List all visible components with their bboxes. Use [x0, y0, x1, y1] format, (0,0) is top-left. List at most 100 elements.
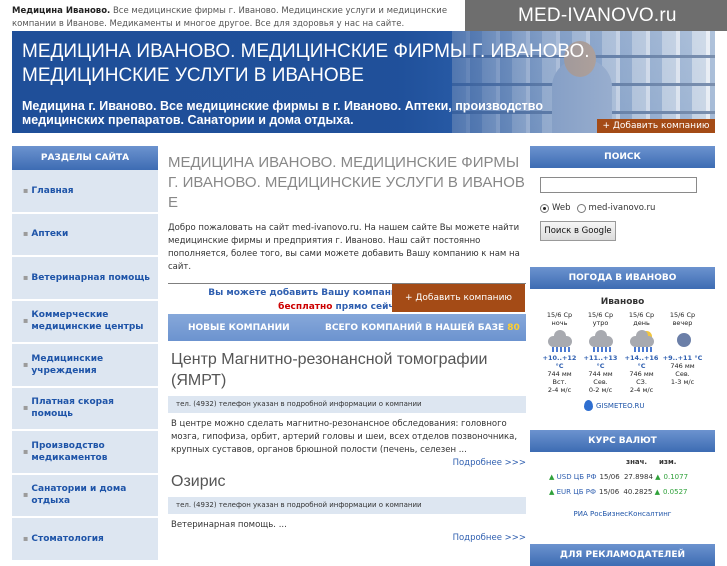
forecast-wind: Сев.	[675, 370, 690, 378]
sidebar-item-veterinary[interactable]: ▪ Ветеринарная помощь	[12, 257, 158, 301]
rates-source-link[interactable]: РИА РосБизнесКонсалтинг	[530, 510, 715, 518]
banner-subtitle: Медицина г. Иваново. Все медицинские фир…	[22, 99, 543, 127]
moon-icon	[670, 329, 696, 353]
site-description-bold: Медицина Иваново.	[12, 6, 111, 16]
forecast-date: 15/6 Ср	[587, 311, 614, 319]
company-more-link[interactable]: Подробнее >>>	[168, 533, 526, 543]
sidebar-item-ambulance[interactable]: ▪ Платная скорая помощь	[12, 387, 158, 431]
sidebar-item-label: Санатории и дома отдыха	[31, 484, 127, 507]
company-card: Озирис тел. (4932) телефон указан в подр…	[168, 471, 526, 543]
rate-name[interactable]: USD ЦБ РФ	[557, 473, 597, 481]
bullet-icon: ▪	[23, 403, 29, 413]
forecast-temp: +11..+13 °C	[583, 354, 618, 370]
forecast-part: вечер	[672, 319, 693, 327]
rate-name[interactable]: EUR ЦБ РФ	[557, 488, 596, 496]
sidebar-item-label: Аптеки	[31, 229, 69, 240]
bullet-icon: ▪	[23, 359, 29, 369]
arrow-up-icon: ▲	[654, 488, 660, 496]
forecast-wind: СЗ.	[636, 378, 647, 386]
search-scope: Web med-ivanovo.ru	[540, 203, 715, 213]
sidebar-item-commercial-centers[interactable]: ▪ Коммерческие медицинские центры	[12, 300, 158, 344]
forecast-wind: Вст.	[552, 378, 567, 386]
rate-value: 27.8984	[623, 473, 653, 481]
main-content: МЕДИЦИНА ИВАНОВО. МЕДИЦИНСКИЕ ФИРМЫ Г. И…	[168, 146, 526, 545]
companies-tabs: НОВЫЕ КОМПАНИИ ВСЕГО КОМПАНИЙ В НАШЕЙ БА…	[168, 314, 526, 341]
cloud-rain-icon	[547, 329, 573, 353]
page-title: МЕДИЦИНА ИВАНОВО. МЕДИЦИНСКИЕ ФИРМЫ Г. И…	[168, 154, 525, 211]
sun-cloud-rain-icon	[629, 329, 655, 353]
radio-site[interactable]	[576, 203, 586, 213]
arrow-up-icon: ▲	[549, 488, 555, 496]
sidebar-item-main[interactable]: ▪ Главная	[12, 170, 158, 214]
add-text-line1: Вы можете добавить Вашу компанию	[208, 288, 406, 298]
forecast-temp: +14..+16 °C	[624, 354, 659, 370]
sidebar-item-label: Медицинские учреждения	[31, 353, 104, 376]
forecast-speed: 1-3 м/с	[670, 378, 695, 386]
rate-change: 0.0527	[662, 488, 688, 496]
rates-col-change: изм.	[659, 458, 677, 466]
site-logo[interactable]: MED-IVANOVO.ru	[465, 0, 727, 31]
tab-total-companies[interactable]: ВСЕГО КОМПАНИЙ В НАШЕЙ БАЗЕ 80	[325, 323, 520, 333]
company-title-link[interactable]: Центр Магнитно-резонансной томографии (Я…	[168, 349, 526, 391]
forecast-speed: 2-4 м/с	[629, 386, 654, 394]
forecast-wind: Сев.	[593, 378, 608, 386]
header-banner: МЕДИЦИНА ИВАНОВО. МЕДИЦИНСКИЕ ФИРМЫ Г. И…	[12, 31, 715, 133]
forecast-temp: +9..+11 °C	[662, 354, 703, 362]
sidebar-item-pharmacies[interactable]: ▪ Аптеки	[12, 213, 158, 257]
add-company-button[interactable]: + Добавить компанию	[392, 284, 525, 312]
banner-title: МЕДИЦИНА ИВАНОВО. МЕДИЦИНСКИЕ ФИРМЫ Г. И…	[22, 41, 590, 86]
top-bar: Медицина Иваново. Все медицинские фирмы …	[0, 0, 727, 31]
ads-title[interactable]: ДЛЯ РЕКЛАМОДАТЕЛЕЙ	[530, 544, 715, 566]
forecast-part: утро	[592, 319, 609, 327]
total-count: 80	[507, 322, 520, 333]
search-input[interactable]	[540, 177, 697, 193]
tab-new-companies[interactable]: НОВЫЕ КОМПАНИИ	[168, 323, 325, 333]
google-search-button[interactable]: Поиск в Google	[540, 221, 616, 241]
add-company-promo: Вы можете добавить Вашу компанию бесплат…	[168, 283, 526, 314]
sidebar-title: РАЗДЕЛЫ САЙТА	[12, 146, 158, 170]
sidebar-item-institutions[interactable]: ▪ Медицинские учреждения	[12, 344, 158, 388]
bullet-icon: ▪	[23, 229, 29, 239]
bullet-icon: ▪	[23, 272, 29, 282]
sidebar-item-label: Производство медикаментов	[31, 440, 108, 463]
radio-site-label: med-ivanovo.ru	[588, 203, 656, 213]
forecast-column: 15/6 Ср вечер +9..+11 °C 746 мм Сев. 1-3…	[662, 311, 703, 394]
add-text-free: бесплатно	[278, 302, 333, 312]
gismeteo-label: GISMETEO.RU	[596, 401, 645, 410]
bullet-icon: ▪	[23, 316, 29, 326]
forecast-speed: 2-4 м/с	[547, 386, 572, 394]
sidebar-item-production[interactable]: ▪ Производство медикаментов	[12, 431, 158, 475]
sidebar-item-label: Ветеринарная помощь	[31, 272, 150, 283]
search-title: ПОИСК	[530, 146, 715, 168]
sidebar-item-label: Платная скорая помощь	[31, 397, 114, 420]
company-title-link[interactable]: Озирис	[168, 471, 526, 492]
sidebar-item-sanatoriums[interactable]: ▪ Санатории и дома отдыха	[12, 474, 158, 518]
rates-header: знач. изм.	[530, 458, 715, 466]
gismeteo-link[interactable]: GISMETEO.RU	[584, 400, 715, 411]
cloud-rain-icon	[588, 329, 614, 353]
sidebar-item-dentistry[interactable]: ▪ Стоматология	[12, 518, 158, 562]
rate-date: 15/06	[599, 473, 620, 481]
weather-title: ПОГОДА В ИВАНОВО	[530, 267, 715, 289]
rate-row: ▲ USD ЦБ РФ 15/06 27.8984 ▲ 0.1077	[530, 473, 715, 481]
banner-add-company-button[interactable]: + Добавить компанию	[597, 119, 715, 133]
sidebar-item-label: Главная	[31, 185, 74, 196]
forecast-column: 15/6 Ср день +14..+16 °C 746 мм СЗ. 2-4 …	[621, 311, 662, 394]
rate-row: ▲ EUR ЦБ РФ 15/06 40.2825 ▲ 0.0527	[530, 488, 715, 496]
sidebar: РАЗДЕЛЫ САЙТА ▪ Главная ▪ Аптеки ▪ Ветерина…	[12, 146, 158, 562]
forecast-part: ночь	[551, 319, 568, 327]
weather-widget: Иваново 15/6 Ср ночь +10..+12 °C 744 мм …	[530, 297, 715, 430]
add-company-text: Вы можете добавить Вашу компанию бесплат…	[186, 286, 406, 314]
rate-change: 0.1077	[663, 473, 689, 481]
rates-col-value: знач.	[626, 458, 648, 466]
intro-text: Добро пожаловать на сайт med-ivanovo.ru.…	[168, 223, 520, 272]
bullet-icon: ▪	[23, 185, 29, 195]
company-more-link[interactable]: Подробнее >>>	[168, 458, 526, 468]
company-phone: тел. (4932) телефон указан в подробной и…	[168, 497, 526, 514]
company-description: В центре можно сделать магнитно-резонанс…	[171, 419, 518, 455]
bullet-icon: ▪	[23, 533, 29, 543]
radio-web[interactable]	[540, 203, 549, 213]
rate-value: 40.2825	[623, 488, 653, 496]
site-description: Медицина Иваново. Все медицинские фирмы …	[12, 5, 467, 31]
right-sidebar: ПОИСК Web med-ivanovo.ru Поиск в Google …	[530, 146, 715, 566]
